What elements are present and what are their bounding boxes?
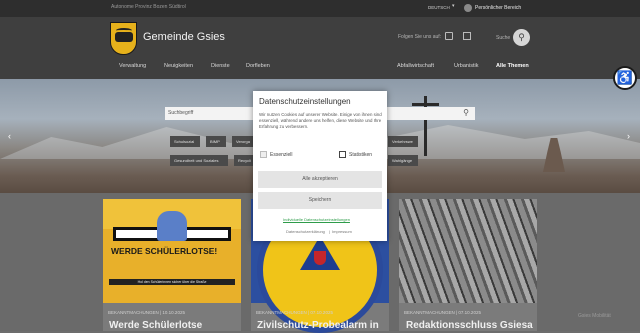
dialog-title: Datenschutzeinstellungen (259, 97, 351, 106)
crossing-guard-image[interactable]: WERDE SCHÜLERLOTSE! Hol den Schülerinnen… (103, 199, 241, 303)
card-meta: BEKANNTMACHUNGEN | 07.10.2025 (256, 310, 333, 315)
card-meta: BEKANNTMACHUNGEN | 07.10.2025 (404, 310, 481, 315)
link-separator: | (329, 229, 331, 234)
nav-verwaltung[interactable]: Verwaltung (119, 63, 146, 69)
imprint-link[interactable]: Impressum (332, 229, 352, 234)
emblem-shield (314, 251, 326, 265)
nav-urbanistik[interactable]: Urbanistik (454, 63, 478, 69)
card-title[interactable]: Zivilschutz-Probealarm in (257, 320, 379, 331)
province-link[interactable]: Autonome Provinz Bozen Südtirol (111, 4, 186, 10)
user-icon (464, 4, 472, 12)
carousel-next-icon[interactable]: › (627, 131, 630, 141)
topic-tag[interactable]: Gesundheit und Soziales (170, 155, 228, 166)
nav-alle-themen[interactable]: Alle Themen (496, 63, 529, 69)
save-button[interactable]: Speichern (258, 192, 382, 209)
chevron-down-icon[interactable]: ▾ (452, 3, 455, 9)
hero-search-placeholder: Suchbegriff (168, 110, 194, 116)
carousel-prev-icon[interactable]: ‹ (8, 131, 11, 141)
topic-tag[interactable]: Schulsozial (170, 136, 200, 147)
statistics-checkbox[interactable] (339, 151, 346, 158)
crossing-guard-figure (157, 211, 187, 241)
newspapers-image[interactable] (399, 199, 537, 303)
image-headline: WERDE SCHÜLERLOTSE! (111, 246, 218, 256)
topic-tag[interactable]: Wahlgänge (388, 155, 418, 166)
dialog-text: Wir nutzen Cookies auf unserer Website. … (259, 112, 382, 129)
card-title[interactable]: Werde Schülerlotse (109, 320, 202, 331)
topic-tag[interactable]: Verkehrswe (388, 136, 418, 147)
nav-dienste[interactable]: Dienste (211, 63, 230, 69)
rss-icon[interactable] (445, 32, 453, 40)
nav-neuigkeiten[interactable]: Neuigkeiten (164, 63, 193, 69)
statistics-label[interactable]: Statistiken (349, 152, 372, 158)
essential-label: Essenziell (270, 152, 293, 158)
footer-watermark: Gsies Mobilität (578, 313, 611, 319)
top-bar: Autonome Provinz Bozen Südtirol DEUTSCH … (0, 0, 640, 17)
search-button[interactable]: ⚲ (513, 29, 530, 46)
follow-us-label: Folgen Sie uns auf: (398, 34, 442, 40)
search-label: Suche (496, 35, 511, 41)
nav-abfallwirtschaft[interactable]: Abfallwirtschaft (397, 63, 434, 69)
topic-tag[interactable]: Verorga (232, 136, 254, 147)
municipality-crest-logo[interactable] (110, 22, 137, 55)
individual-settings-link[interactable]: Individuelle Datenschutzeinstellungen (283, 217, 350, 222)
site-title[interactable]: Gemeinde Gsies (143, 31, 225, 43)
site-header (0, 17, 640, 79)
social-grid-icon[interactable] (463, 32, 471, 40)
accept-all-button[interactable]: Alle akzeptieren (258, 171, 382, 188)
topic-tag[interactable]: BIMP (206, 136, 226, 147)
card-title[interactable]: Redaktionsschluss Gsiesa (406, 320, 533, 331)
nav-dorfleben[interactable]: Dorfleben (246, 63, 270, 69)
privacy-policy-link[interactable]: Datenschutzerklärung (286, 229, 325, 234)
topic-tag[interactable]: Recycli (234, 155, 254, 166)
image-subline: Hol den Schülerinnen sicher über die Str… (109, 279, 235, 285)
search-icon[interactable]: ⚲ (463, 108, 469, 117)
accessibility-icon[interactable]: ♿ (613, 66, 637, 90)
crest-goat (115, 32, 133, 42)
card-meta: BEKANNTMACHUNGEN | 10.10.2025 (108, 310, 185, 315)
summit-cross-bar (412, 103, 439, 106)
language-select[interactable]: DEUTSCH (428, 5, 450, 10)
essential-checkbox (260, 151, 267, 158)
personal-area-link[interactable]: Persönlicher Bereich (475, 5, 521, 11)
privacy-settings-dialog: Datenschutzeinstellungen Wir nutzen Cook… (253, 91, 387, 241)
